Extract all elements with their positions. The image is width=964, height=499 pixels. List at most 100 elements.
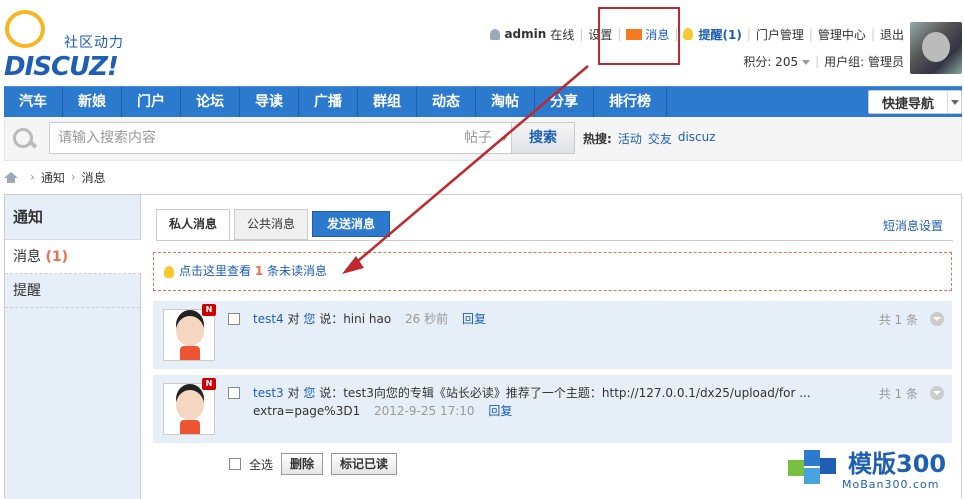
divider: | — [815, 54, 820, 68]
hot-searches: 热搜: 活动 交友 discuz — [583, 130, 716, 147]
username-link[interactable]: admin — [504, 27, 546, 41]
sidebar-item-messages[interactable]: 消息 (1) — [5, 240, 141, 274]
cube-logo-icon — [788, 446, 840, 490]
expand-icon[interactable] — [930, 312, 944, 326]
nav-item[interactable]: 淘帖 — [476, 87, 535, 118]
search-button[interactable]: 搜索 — [511, 122, 575, 154]
msg-body: 说：test3向您的专辑《站长必读》推荐了一个主题：http://127.0.0… — [319, 386, 811, 400]
logo-en: DISCUZ! — [4, 52, 119, 82]
mark-read-button[interactable]: 标记已读 — [331, 453, 398, 475]
breadcrumb-messages[interactable]: 消息 — [82, 169, 106, 186]
user-info: 积分: 205 | 用户组: 管理员 — [743, 52, 904, 70]
notice-pre: 点击这里查看 — [179, 264, 252, 278]
sender-link[interactable]: test3 — [253, 386, 284, 400]
chevron-down-icon — [802, 59, 811, 65]
new-badge-icon: N — [202, 304, 216, 316]
message-settings-link[interactable]: 短消息设置 — [883, 217, 943, 234]
sidebar-item-remind[interactable]: 提醒 — [5, 274, 140, 308]
nav-item[interactable]: 论坛 — [181, 87, 240, 118]
hot-link[interactable]: discuz — [678, 130, 716, 147]
nav-item[interactable]: 广播 — [299, 87, 358, 118]
quick-nav-button[interactable]: 快捷导航 — [868, 90, 962, 114]
breadcrumb-separator: › — [70, 170, 76, 184]
sidebar-title: 通知 — [5, 195, 140, 240]
divider: | — [808, 27, 813, 41]
nav-item[interactable]: 分享 — [535, 87, 594, 118]
notice-post: 条未读消息 — [267, 264, 328, 278]
remind-link[interactable]: 提醒(1) — [698, 26, 741, 43]
new-badge-icon: N — [202, 378, 216, 390]
header: 社区动力 DISCUZ! admin 在线 | 设置 | 消息 | 提醒(1) … — [0, 0, 964, 84]
message-checkbox[interactable] — [228, 313, 240, 325]
quick-nav-label: 快捷导航 — [881, 96, 934, 112]
divider: | — [870, 27, 875, 41]
bulk-actions: 全选 删除 标记已读 — [229, 453, 398, 475]
hot-link[interactable]: 活动 — [618, 130, 642, 147]
logo-bubble-icon — [5, 10, 45, 48]
msg-body: 说：hini hao — [319, 312, 392, 326]
msg-to: 对 — [287, 312, 300, 326]
breadcrumb-notice[interactable]: 通知 — [41, 169, 65, 186]
sender-link[interactable]: test4 — [253, 312, 284, 326]
divider: | — [746, 27, 751, 41]
reply-link[interactable]: 回复 — [488, 404, 512, 418]
tab-private-messages[interactable]: 私人消息 — [156, 209, 231, 241]
message-row: N test3 对 您 说：test3向您的专辑《站长必读》推荐了一个主题：ht… — [153, 375, 952, 443]
send-message-button[interactable]: 发送消息 — [312, 211, 391, 237]
msg-to: 对 — [287, 386, 300, 400]
message-checkbox[interactable] — [228, 387, 240, 399]
msg-body-line2: extra=page%3D1 — [253, 404, 361, 418]
hot-link[interactable]: 交友 — [648, 130, 672, 147]
unread-count: (1) — [45, 249, 68, 265]
portal-admin-link[interactable]: 门户管理 — [756, 26, 804, 43]
discuz-logo[interactable]: 社区动力 DISCUZ! — [2, 10, 142, 82]
nav-item[interactable]: 群组 — [358, 87, 417, 118]
user-menu: admin 在线 | 设置 | 消息 | 提醒(1) | 门户管理 | 管理中心… — [490, 25, 904, 43]
search-bar: 请输入搜索内容 帖子 搜索 热搜: 活动 交友 discuz — [4, 117, 962, 161]
msg-time: 26 秒前 — [405, 312, 449, 326]
unread-notice[interactable]: 点击这里查看 1 条未读消息 — [153, 252, 952, 291]
nav-item[interactable]: 导读 — [240, 87, 299, 118]
user-icon — [490, 28, 501, 40]
nav-item[interactable]: 汽车 — [4, 87, 63, 118]
delete-button[interactable]: 删除 — [281, 453, 324, 475]
hot-label: 热搜: — [583, 132, 612, 146]
message-row: N test4 对 您 说：hini hao 26 秒前 回复 共 1 条 — [153, 301, 952, 369]
nav-item[interactable]: 动态 — [417, 87, 476, 118]
expand-icon[interactable] — [930, 386, 944, 400]
sidebar-item-label: 消息 — [13, 249, 41, 265]
user-avatar[interactable] — [910, 22, 962, 74]
select-all-checkbox[interactable] — [229, 458, 241, 470]
message-text: test3 对 您 说：test3向您的专辑《站长必读》推荐了一个主题：http… — [253, 384, 813, 420]
watermark-sub: MoBan300.com — [842, 478, 940, 491]
nav-item[interactable]: 新娘 — [63, 87, 122, 118]
home-icon[interactable] — [4, 171, 18, 183]
nav-item[interactable]: 门户 — [122, 87, 181, 118]
msg-total: 共 1 条 — [878, 313, 918, 327]
search-input[interactable]: 请输入搜索内容 — [49, 122, 463, 154]
logo-cn: 社区动力 — [64, 35, 124, 51]
lightbulb-icon — [683, 28, 694, 40]
usergroup-label: 用户组: 管理员 — [824, 54, 904, 69]
reply-link[interactable]: 回复 — [462, 312, 486, 326]
admin-center-link[interactable]: 管理中心 — [818, 26, 866, 43]
chevron-down-icon — [947, 91, 961, 113]
recipient-link[interactable]: 您 — [303, 312, 315, 326]
sidebar: 通知 消息 (1) 提醒 — [5, 195, 141, 499]
divider: | — [579, 27, 584, 41]
nav-item[interactable]: 排行榜 — [594, 87, 667, 118]
search-icon — [11, 126, 37, 152]
credits-dropdown[interactable]: 积分: 205 — [743, 53, 811, 70]
logout-link[interactable]: 退出 — [880, 26, 904, 43]
avatar[interactable] — [163, 383, 215, 435]
tab-public-messages[interactable]: 公共消息 — [234, 209, 309, 240]
tab-divider — [156, 240, 953, 241]
watermark: 模版300 MoBan300.com — [788, 438, 964, 498]
msg-time: 2012-9-25 17:10 — [374, 404, 475, 418]
annotation-highlight-box — [598, 7, 680, 65]
search-type-select[interactable]: 帖子 — [462, 122, 512, 154]
breadcrumb-separator: › — [30, 170, 35, 184]
online-status: 在线 — [550, 27, 575, 42]
avatar[interactable] — [163, 309, 215, 361]
recipient-link[interactable]: 您 — [303, 386, 315, 400]
